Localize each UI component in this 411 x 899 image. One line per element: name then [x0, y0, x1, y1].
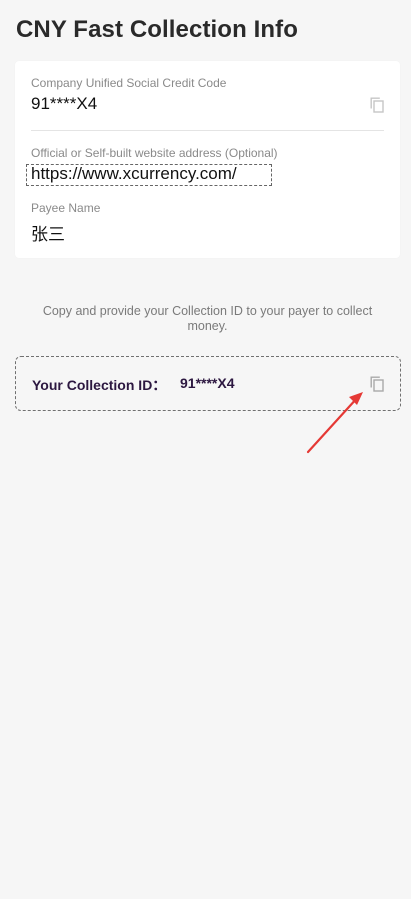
card-divider — [31, 130, 384, 131]
red-arrow-icon — [300, 385, 375, 460]
website-value: https://www.xcurrency.com/ — [31, 164, 237, 183]
company-code-value: 91****X4 — [31, 94, 98, 113]
collection-info-card: Company Unified Social Credit Code 91***… — [15, 61, 400, 258]
copy-icon[interactable] — [370, 97, 384, 113]
collection-id-value: 91****X4 — [180, 375, 235, 391]
collection-instruction: Copy and provide your Collection ID to y… — [42, 304, 373, 333]
website-label: Official or Self-built website address (… — [31, 146, 278, 160]
company-code-label: Company Unified Social Credit Code — [31, 76, 227, 90]
payee-value: 张三 — [31, 225, 65, 244]
payee-label: Payee Name — [31, 201, 101, 215]
collection-id-label: Your Collection ID： — [32, 377, 167, 393]
page-title: CNY Fast Collection Info — [16, 16, 298, 43]
